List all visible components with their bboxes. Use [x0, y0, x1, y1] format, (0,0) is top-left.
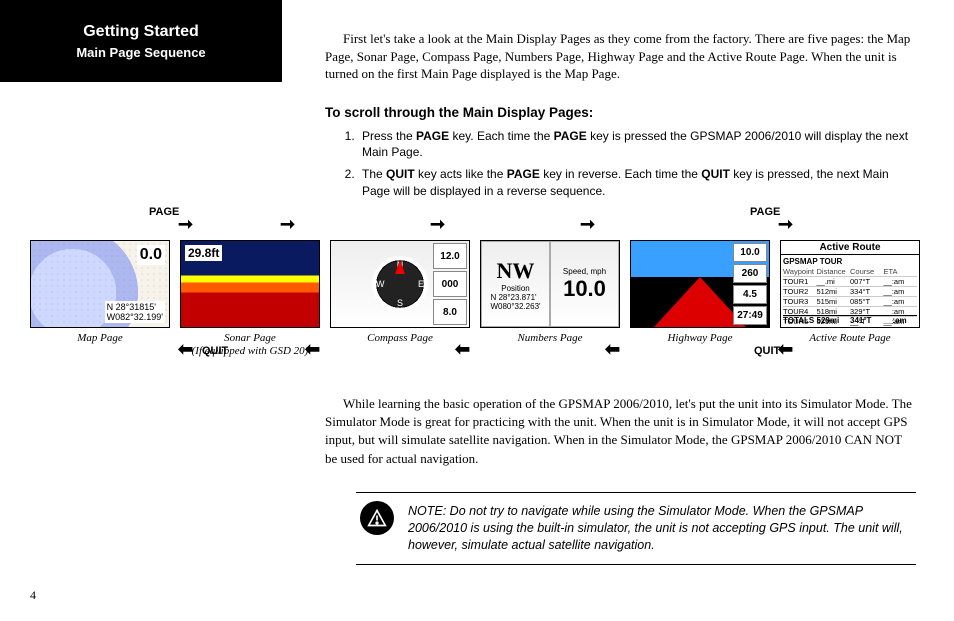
caption-numbers: Numbers Page	[480, 332, 620, 345]
warning-icon	[360, 501, 394, 535]
note-box: NOTE: Do not try to navigate while using…	[356, 492, 916, 565]
thumb-highway: 10.0 260 4.5 27:49	[630, 240, 770, 328]
simulator-paragraph: While learning the basic operation of th…	[325, 395, 915, 468]
page-label: PAGE	[149, 206, 179, 218]
page-number: 4	[30, 588, 36, 603]
thumb-sonar: 29.8ft	[180, 240, 320, 328]
thumb-compass: NS EW 12.0 000 8.0	[330, 240, 470, 328]
arrow-right-icon: ➞	[280, 215, 295, 233]
arrow-right-icon: ➞	[778, 215, 793, 233]
step-2: The QUIT key acts like the PAGE key in r…	[358, 166, 915, 198]
sidebar-subtitle: Main Page Sequence	[76, 45, 205, 60]
arrow-right-icon: ➞	[178, 215, 193, 233]
caption-compass: Compass Page	[330, 332, 470, 345]
arrow-right-icon: ➞	[580, 215, 595, 233]
caption-sonar: Sonar Page (If equipped with GSD 20)	[180, 332, 320, 358]
note-text: NOTE: Do not try to navigate while using…	[408, 503, 912, 554]
quit-label: QUIT	[754, 345, 780, 357]
page-label: PAGE	[750, 206, 780, 218]
arrow-right-icon: ➞	[430, 215, 445, 233]
thumb-map: 0.0 N 28°31815' W082°32.199'	[30, 240, 170, 328]
thumb-numbers: NW Position N 28°23.871' W080°32.263' Sp…	[480, 240, 620, 328]
intro-paragraph: First let's take a look at the Main Disp…	[325, 30, 915, 83]
sidebar-title: Getting Started	[83, 23, 199, 41]
step-1: Press the PAGE key. Each time the PAGE k…	[358, 128, 915, 160]
intro-text: First let's take a look at the Main Disp…	[325, 30, 915, 83]
caption-highway: Highway Page	[630, 332, 770, 345]
steps-list: Press the PAGE key. Each time the PAGE k…	[340, 128, 915, 205]
thumb-active-route: Active Route GPSMAP TOUR WaypointDistanc…	[780, 240, 920, 328]
simulator-text: While learning the basic operation of th…	[325, 395, 915, 468]
caption-route: Active Route Page	[780, 332, 920, 345]
caption-map: Map Page	[30, 332, 170, 345]
steps-heading: To scroll through the Main Display Pages…	[325, 105, 593, 120]
sidebar-header: Getting Started Main Page Sequence	[0, 0, 282, 82]
